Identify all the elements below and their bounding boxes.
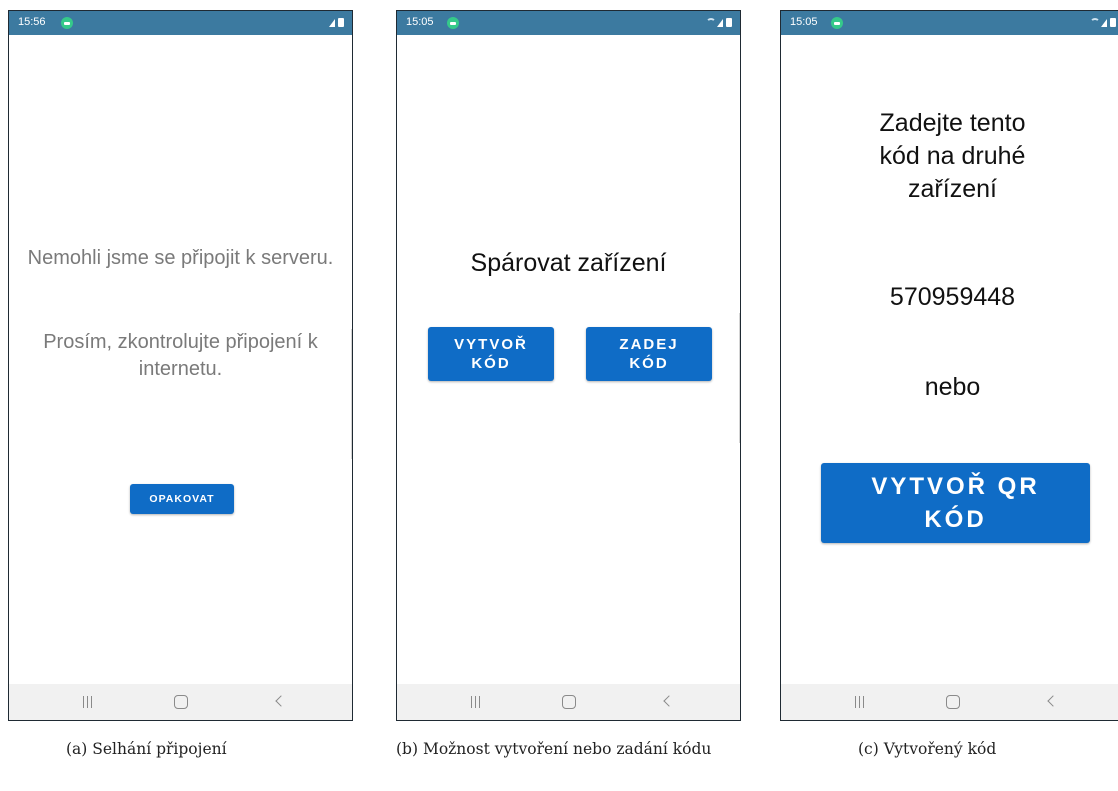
status-bar: 15:05 bbox=[397, 11, 740, 35]
caption-b: (b) Možnost vytvoření nebo zadání kódu bbox=[396, 740, 712, 758]
create-code-button[interactable]: VYTVOŘ KÓD bbox=[428, 327, 554, 381]
connection-error-message: Nemohli jsme se připojit k serveru. bbox=[27, 247, 334, 269]
scroll-handle[interactable] bbox=[351, 329, 352, 459]
or-separator: nebo bbox=[924, 373, 981, 401]
signal-icon bbox=[1101, 19, 1107, 27]
wifi-icon bbox=[1090, 18, 1100, 27]
home-icon[interactable] bbox=[174, 695, 188, 709]
recent-apps-icon[interactable] bbox=[81, 696, 93, 708]
scroll-handle[interactable] bbox=[739, 313, 740, 443]
home-icon[interactable] bbox=[946, 695, 960, 709]
android-notification-icon bbox=[447, 17, 459, 29]
back-icon[interactable] bbox=[663, 695, 675, 707]
back-icon[interactable] bbox=[275, 695, 287, 707]
home-icon[interactable] bbox=[562, 695, 576, 709]
wifi-icon bbox=[706, 18, 716, 27]
caption-a: (a) Selhání připojení bbox=[66, 740, 227, 758]
navigation-bar bbox=[781, 684, 1118, 720]
status-time: 15:05 bbox=[790, 16, 818, 28]
android-notification-icon bbox=[831, 17, 843, 29]
pair-device-title: Spárovat zařízení bbox=[470, 249, 667, 277]
status-time: 15:56 bbox=[18, 16, 46, 28]
back-icon[interactable] bbox=[1047, 695, 1059, 707]
recent-apps-icon[interactable] bbox=[469, 696, 481, 708]
android-notification-icon bbox=[61, 17, 73, 29]
status-icons bbox=[318, 17, 344, 29]
pairing-code: 570959448 bbox=[889, 283, 1016, 311]
status-icons bbox=[1090, 17, 1116, 29]
signal-icon bbox=[329, 19, 335, 27]
phone-screen-generated-code: 15:05 Zadejte tento kód na druhé zařízen… bbox=[780, 10, 1118, 721]
caption-c: (c) Vytvořený kód bbox=[858, 740, 997, 758]
battery-icon bbox=[1110, 18, 1116, 27]
status-bar: 15:05 bbox=[781, 11, 1118, 35]
navigation-bar bbox=[9, 684, 352, 720]
navigation-bar bbox=[397, 684, 740, 720]
retry-button[interactable]: OPAKOVAT bbox=[130, 484, 234, 514]
enter-code-button[interactable]: ZADEJ KÓD bbox=[586, 327, 712, 381]
battery-icon bbox=[338, 18, 344, 27]
phone-screen-connection-failure: 15:56 Nemohli jsme se připojit k serveru… bbox=[8, 10, 353, 721]
create-qr-code-button[interactable]: VYTVOŘ QR KÓD bbox=[821, 463, 1090, 543]
enter-code-instruction: Zadejte tento kód na druhé zařízení bbox=[879, 109, 1026, 203]
phone-screen-pair-device: 15:05 Spárovat zařízení VYTVOŘ KÓD ZADEJ… bbox=[396, 10, 741, 721]
recent-apps-icon[interactable] bbox=[853, 696, 865, 708]
status-time: 15:05 bbox=[406, 16, 434, 28]
status-icons bbox=[706, 17, 732, 29]
status-bar: 15:56 bbox=[9, 11, 352, 35]
battery-icon bbox=[726, 18, 732, 27]
signal-icon bbox=[717, 19, 723, 27]
check-internet-message: Prosím, zkontrolujte připojení k interne… bbox=[43, 331, 318, 380]
